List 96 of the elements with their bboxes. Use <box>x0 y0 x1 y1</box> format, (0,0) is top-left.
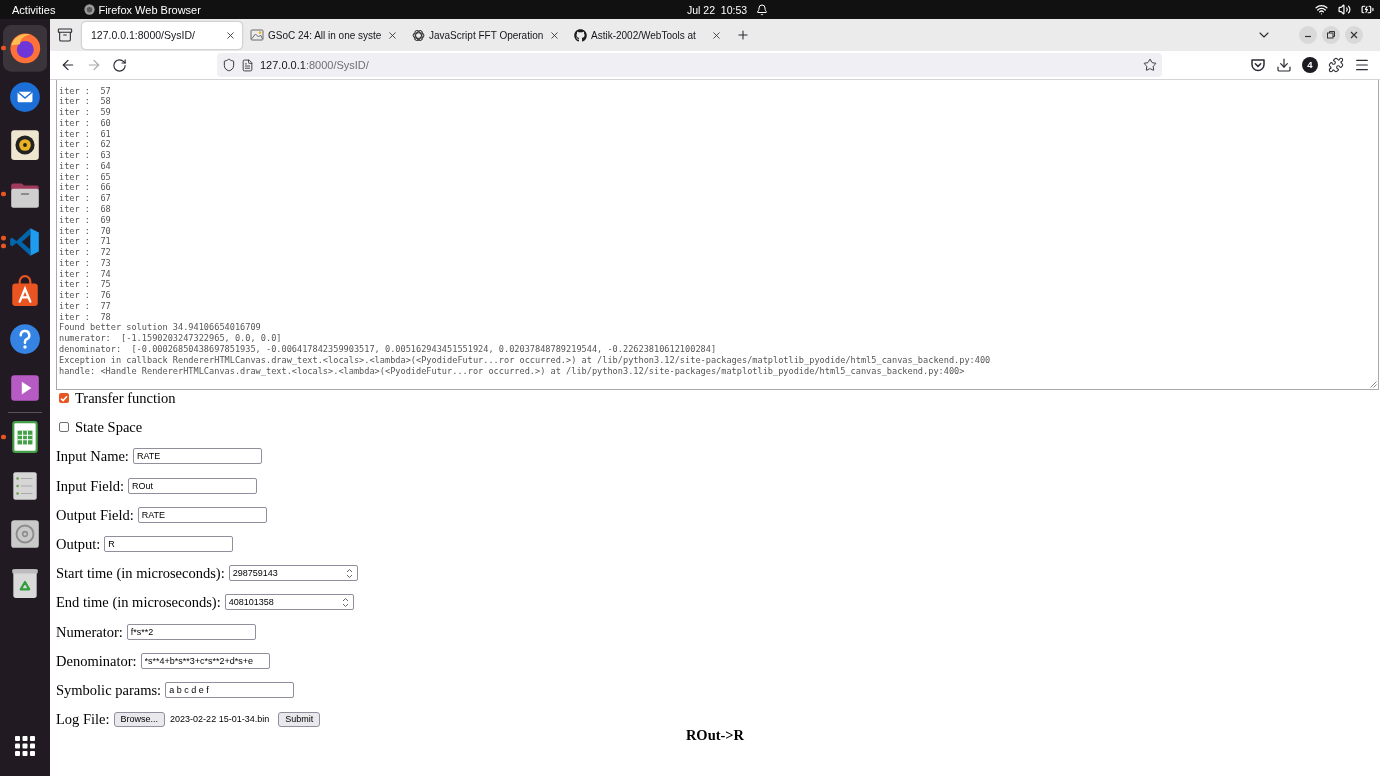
number-field[interactable]: 408101358 <box>224 594 354 611</box>
log-line: iter : 74 <box>59 268 111 280</box>
back-icon[interactable] <box>60 57 76 73</box>
field-label: Input Field: <box>56 477 125 494</box>
menu-icon[interactable] <box>1354 57 1370 73</box>
battery-icon[interactable] <box>1361 3 1374 16</box>
close-icon[interactable] <box>1345 26 1363 44</box>
mail-icon[interactable] <box>8 79 42 114</box>
file-name: 2023-02-22 15-01-34.bin <box>170 713 270 726</box>
log-line: iter : 60 <box>59 117 111 129</box>
shield-icon[interactable] <box>222 58 236 72</box>
circle-logo-icon <box>84 4 96 15</box>
browser-tab[interactable]: Astik-2002/WebTools at <box>568 21 728 49</box>
log-line: numerator: [-1.1590203247322965, 0.0, 0.0] <box>59 333 282 344</box>
text-field[interactable]: a b c d e f <box>165 681 295 698</box>
app-menu-button[interactable]: Firefox Web Browser <box>84 2 201 17</box>
log-line: iter : 61 <box>59 128 111 140</box>
text-field[interactable]: ROut <box>128 477 258 494</box>
submit-button[interactable]: Submit <box>278 711 321 727</box>
clock-button[interactable]: Jul 22 10:53 <box>687 2 748 17</box>
result-title: ROut->R <box>685 727 745 744</box>
puzzle-icon[interactable] <box>1328 57 1344 73</box>
text-field[interactable]: f*s**2 <box>126 623 256 640</box>
browser-tab[interactable]: 127.0.0.1:8000/SysID/ <box>82 21 242 49</box>
log-line: iter : 57 <box>59 85 111 97</box>
log-line: denominator: [-0.00026850438697851935, -0.006417842359903517, 0.005162943451551924, 0.02037848789219544, -0.22623810612100284] <box>59 343 717 355</box>
number-field[interactable]: 298759143 <box>228 565 358 582</box>
log-line: iter : 70 <box>59 225 111 237</box>
log-line: iter : 59 <box>59 107 111 118</box>
log-line: Exception in callback RendererHTMLCanvas.draw_text.<locals>.<lambda>(<PyodideFutur...ror occurred.>) at /lib/python3.12/site-packages/matplotlib_pyodide/html5_canvas_backend.py:400 <box>59 354 991 366</box>
browser-tab[interactable]: GSoC 24: All in one syste <box>244 21 404 49</box>
log-line: iter : 77 <box>59 300 111 312</box>
image-icon <box>250 28 264 42</box>
close-icon[interactable] <box>387 29 398 41</box>
activities-button[interactable]: Activities <box>12 2 56 17</box>
checkbox-label: State Space <box>75 419 143 436</box>
log-line: handle: <Handle RendererHTMLCanvas.draw_text.<locals>.<lambda>(<PyodideFutur...ror occurred.>) at /lib/python3.12/site-packages/matplotlib_pyodide/html5_canvas_backend.py:400> <box>59 365 965 377</box>
cat-silhouette-icon <box>574 28 587 42</box>
log-line: iter : 68 <box>59 204 111 215</box>
log-line: iter : 73 <box>59 257 111 269</box>
field-label: End time (in microseconds): <box>56 594 221 611</box>
log-line: iter : 72 <box>59 247 111 258</box>
url-field[interactable]: 127.0.0.1:8000/SysID/ <box>217 53 1162 77</box>
box-icon[interactable] <box>57 27 73 43</box>
field-label: Output: <box>56 535 101 552</box>
page-icon[interactable] <box>241 58 254 72</box>
log-line: iter : 62 <box>59 139 111 151</box>
log-line: iter : 71 <box>59 236 111 248</box>
log-line: iter : 66 <box>59 182 111 194</box>
log-line: iter : 76 <box>59 290 111 301</box>
log-line: iter : 78 <box>59 311 111 323</box>
circle-logo-icon[interactable] <box>2 24 48 72</box>
browser-tab[interactable]: JavaScript FFT Operation <box>406 21 566 49</box>
close-icon[interactable] <box>225 29 236 41</box>
volume-icon[interactable] <box>1338 3 1351 16</box>
bookmark-star-icon[interactable] <box>1143 58 1157 72</box>
field-label: Start time (in microseconds): <box>56 565 225 582</box>
help-icon[interactable] <box>8 322 42 357</box>
checkmark-icon <box>60 394 68 402</box>
reload-icon[interactable] <box>111 57 127 73</box>
pocket-icon[interactable] <box>1250 57 1266 73</box>
text-field[interactable]: R <box>104 535 234 552</box>
spinner-icon[interactable] <box>341 596 349 608</box>
knot-icon <box>412 28 425 42</box>
wifi-icon[interactable] <box>1315 3 1328 16</box>
checkbox[interactable] <box>59 422 69 433</box>
field-label: Log File: <box>56 711 110 728</box>
resize-grip-icon[interactable] <box>1370 381 1377 388</box>
restore-icon[interactable] <box>1322 26 1340 44</box>
checkbox-label: Transfer function <box>75 390 176 406</box>
bell-icon <box>756 3 769 16</box>
close-icon[interactable] <box>549 29 560 41</box>
close-icon[interactable] <box>711 29 722 41</box>
app-grid-icon[interactable] <box>15 736 35 756</box>
log-line: iter : 69 <box>59 214 111 226</box>
new-tab-icon[interactable] <box>736 28 750 42</box>
log-line: Found better solution 34.94106654016709 <box>59 322 261 334</box>
log-line: iter : 64 <box>59 160 111 172</box>
text-field[interactable]: RATE <box>137 506 267 523</box>
extension-badge[interactable]: 4 <box>1302 57 1318 73</box>
log-line: iter : 58 <box>59 96 111 108</box>
browse-button[interactable]: Browse... <box>113 711 166 727</box>
log-line: iter : 65 <box>59 171 111 183</box>
field-label: Input Name: <box>56 448 129 465</box>
text-field[interactable]: *s**4+b*s**3+c*s**2+d*s+e <box>140 652 270 669</box>
speaker-icon[interactable] <box>8 128 42 163</box>
field-label: Numerator: <box>56 623 123 640</box>
text-field[interactable]: RATE <box>132 448 262 465</box>
field-label: Output Field: <box>56 506 134 523</box>
log-line: iter : 75 <box>59 279 111 291</box>
field-label: Symbolic params: <box>56 681 162 698</box>
log-line: iter : 63 <box>59 150 111 161</box>
log-line: iter : 67 <box>59 193 111 204</box>
spinner-icon[interactable] <box>345 567 353 579</box>
field-label: Denominator: <box>56 652 137 669</box>
download-icon[interactable] <box>1276 57 1292 73</box>
